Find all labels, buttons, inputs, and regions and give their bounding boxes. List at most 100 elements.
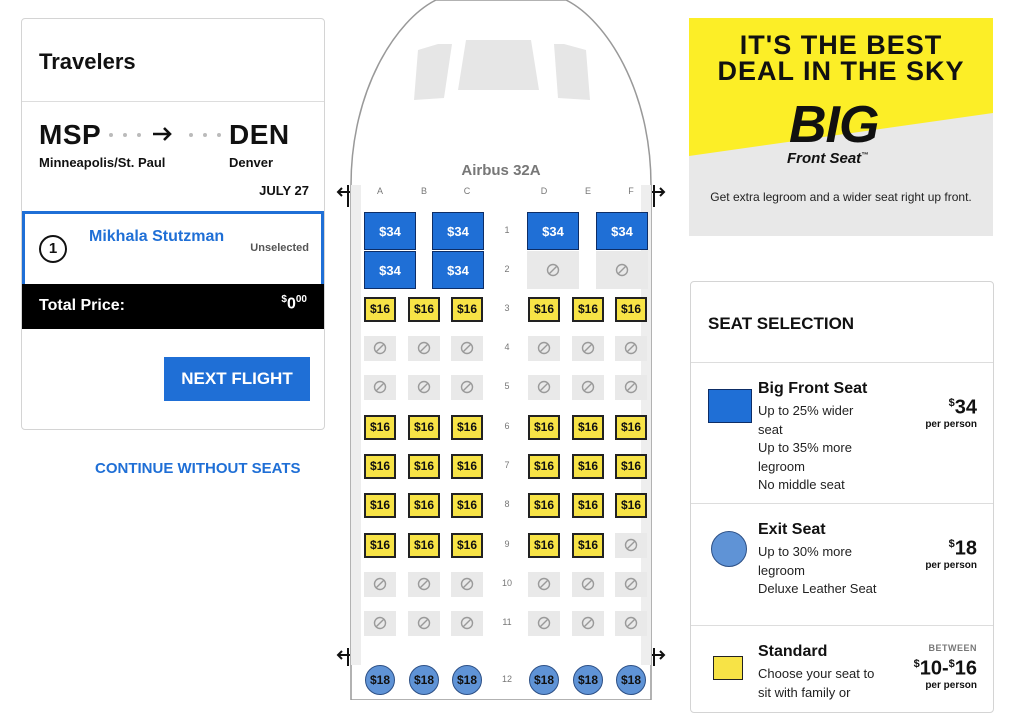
- travelers-panel: Travelers MSP Minneapolis/St. Paul DEN D…: [21, 18, 325, 430]
- divider: [691, 362, 993, 363]
- seat-row-7[interactable]: $16: [364, 453, 396, 479]
- unavailable-icon: [624, 577, 638, 591]
- unavailable-icon: [581, 341, 595, 355]
- unavailable-icon: [615, 263, 629, 277]
- column-header-d: D: [540, 186, 548, 196]
- column-header-c: C: [463, 186, 471, 196]
- seat-row-1[interactable]: $34: [432, 212, 484, 250]
- seat-row-3[interactable]: $16: [528, 296, 560, 322]
- row-number: 10: [501, 578, 512, 588]
- unavailable-icon: [624, 341, 638, 355]
- row-number: 7: [504, 460, 510, 470]
- ad-headline: IT'S THE BEST DEAL IN THE SKY: [717, 30, 965, 86]
- seat-unavailable: [615, 610, 647, 636]
- seat-row-9[interactable]: $16: [528, 532, 560, 558]
- seat-row-12[interactable]: $18: [409, 665, 439, 695]
- seat-row-3[interactable]: $16: [615, 296, 647, 322]
- seat-row-6[interactable]: $16: [528, 414, 560, 440]
- big-front-seat-ad[interactable]: IT'S THE BEST DEAL IN THE SKY BIG Front S…: [689, 18, 993, 236]
- seat-row-6[interactable]: $16: [572, 414, 604, 440]
- option-name: Big Front Seat: [758, 380, 868, 397]
- seat-row-3[interactable]: $16: [408, 296, 440, 322]
- seat-row-9[interactable]: $16: [572, 532, 604, 558]
- seat-row-8[interactable]: $16: [408, 492, 440, 518]
- seat-row-7[interactable]: $16: [408, 453, 440, 479]
- seat-row-6[interactable]: $16: [408, 414, 440, 440]
- seat-unavailable: [572, 610, 604, 636]
- row-number: 5: [504, 381, 510, 391]
- seat-row-1[interactable]: $34: [527, 212, 579, 250]
- option-price: BETWEEN $10-$16 per person: [913, 643, 977, 691]
- seat-unavailable: [451, 571, 483, 597]
- row-number: 12: [501, 674, 512, 684]
- seat-row-6[interactable]: $16: [615, 414, 647, 440]
- divider: [691, 625, 993, 626]
- seat-unavailable: [364, 610, 396, 636]
- divider: [691, 503, 993, 504]
- seat-row-8[interactable]: $16: [451, 492, 483, 518]
- next-flight-button[interactable]: NEXT FLIGHT: [164, 357, 310, 401]
- seat-unavailable: [527, 251, 579, 289]
- standard-seat-swatch: [713, 656, 743, 680]
- seat-row-3[interactable]: $16: [572, 296, 604, 322]
- unavailable-icon: [460, 380, 474, 394]
- unavailable-icon: [417, 577, 431, 591]
- seat-row-2[interactable]: $34: [364, 251, 416, 289]
- seat-unavailable: [528, 571, 560, 597]
- unavailable-icon: [417, 380, 431, 394]
- unavailable-icon: [537, 577, 551, 591]
- seat-unavailable: [451, 610, 483, 636]
- seat-row-2[interactable]: $34: [432, 251, 484, 289]
- unavailable-icon: [417, 341, 431, 355]
- seat-row-9[interactable]: $16: [451, 532, 483, 558]
- column-header-b: B: [420, 186, 427, 196]
- seat-row-3[interactable]: $16: [364, 296, 396, 322]
- unavailable-icon: [581, 577, 595, 591]
- unavailable-icon: [537, 616, 551, 630]
- option-desc: Up to 30% more legroom Deluxe Leather Se…: [758, 544, 877, 596]
- seat-row-9[interactable]: $16: [408, 532, 440, 558]
- ad-subtext: Get extra legroom and a wider seat right…: [710, 190, 972, 204]
- seat-row-8[interactable]: $16: [528, 492, 560, 518]
- seat-row-12[interactable]: $18: [452, 665, 482, 695]
- seat-unavailable: [615, 532, 647, 558]
- seat-row-12[interactable]: $18: [616, 665, 646, 695]
- option-desc: Up to 25% wider seat Up to 35% more legr…: [758, 403, 854, 492]
- seat-row-7[interactable]: $16: [528, 453, 560, 479]
- passenger-number-badge: 1: [39, 235, 67, 263]
- seat-map: Airbus 32A A B C D E F 1 $34 $34 $34 $34 2 $34 $34 3 $1…: [336, 0, 666, 700]
- row-number: 2: [504, 264, 510, 274]
- unavailable-icon: [460, 341, 474, 355]
- seat-row-7[interactable]: $16: [615, 453, 647, 479]
- seat-row-12[interactable]: $18: [365, 665, 395, 695]
- seat-row-3[interactable]: $16: [451, 296, 483, 322]
- seat-row-7[interactable]: $16: [572, 453, 604, 479]
- seat-row-1[interactable]: $34: [596, 212, 648, 250]
- origin-city: Minneapolis/St. Paul: [39, 155, 166, 170]
- seat-row-6[interactable]: $16: [364, 414, 396, 440]
- passenger-card[interactable]: 1 Mikhala Stutzman Unselected: [22, 211, 324, 287]
- seat-unavailable: [451, 335, 483, 361]
- row-number: 8: [504, 499, 510, 509]
- seat-row-8[interactable]: $16: [615, 492, 647, 518]
- seat-unavailable: [615, 374, 647, 400]
- unavailable-icon: [417, 616, 431, 630]
- seat-row-12[interactable]: $18: [573, 665, 603, 695]
- row-number: 4: [504, 342, 510, 352]
- seat-row-7[interactable]: $16: [451, 453, 483, 479]
- seat-row-1[interactable]: $34: [364, 212, 416, 250]
- seat-row-8[interactable]: $16: [364, 492, 396, 518]
- seat-unavailable: [408, 335, 440, 361]
- seat-row-8[interactable]: $16: [572, 492, 604, 518]
- seat-row-9[interactable]: $16: [364, 532, 396, 558]
- seat-row-6[interactable]: $16: [451, 414, 483, 440]
- dest-city: Denver: [229, 155, 274, 170]
- total-price-value: $000: [281, 294, 307, 313]
- seat-unavailable: [615, 335, 647, 361]
- unavailable-icon: [624, 616, 638, 630]
- unavailable-icon: [373, 341, 387, 355]
- divider: [22, 101, 324, 102]
- seat-row-12[interactable]: $18: [529, 665, 559, 695]
- continue-without-seats-link[interactable]: CONTINUE WITHOUT SEATS: [95, 460, 301, 477]
- unavailable-icon: [537, 341, 551, 355]
